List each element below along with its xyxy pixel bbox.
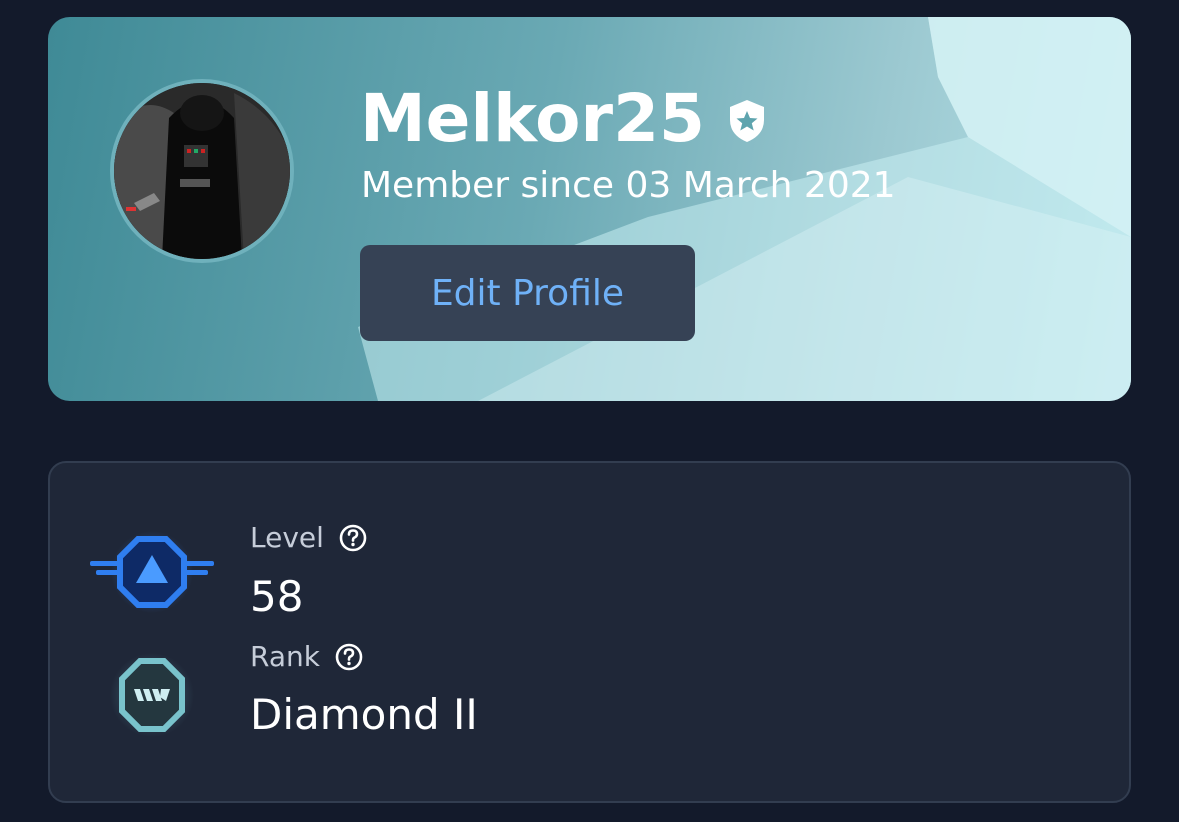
username: Melkor25 — [360, 80, 705, 157]
dark-helmet-avatar-icon — [114, 83, 290, 259]
diamond-rank-badge-icon — [110, 653, 194, 737]
shield-star-icon — [729, 100, 764, 142]
level-label: Level — [250, 521, 324, 554]
rank-value: Diamond II — [250, 690, 478, 739]
rank-label: Rank — [250, 640, 320, 673]
level-chevron-badge-icon — [90, 531, 214, 613]
question-circle-icon[interactable] — [338, 523, 368, 553]
edit-profile-button[interactable]: Edit Profile — [360, 245, 695, 341]
level-value: 58 — [250, 572, 304, 621]
rank-label-row: Rank — [250, 640, 364, 674]
level-label-row: Level — [250, 521, 368, 555]
member-since-text: Member since 03 March 2021 — [361, 165, 896, 206]
avatar[interactable] — [110, 79, 294, 263]
question-circle-icon[interactable] — [334, 642, 364, 672]
username-row: Melkor25 — [360, 79, 767, 159]
profile-header-card: Melkor25 Member since 03 March 2021 Edit… — [48, 17, 1131, 401]
stats-card: Level 58 Rank Diamond II — [48, 461, 1131, 803]
